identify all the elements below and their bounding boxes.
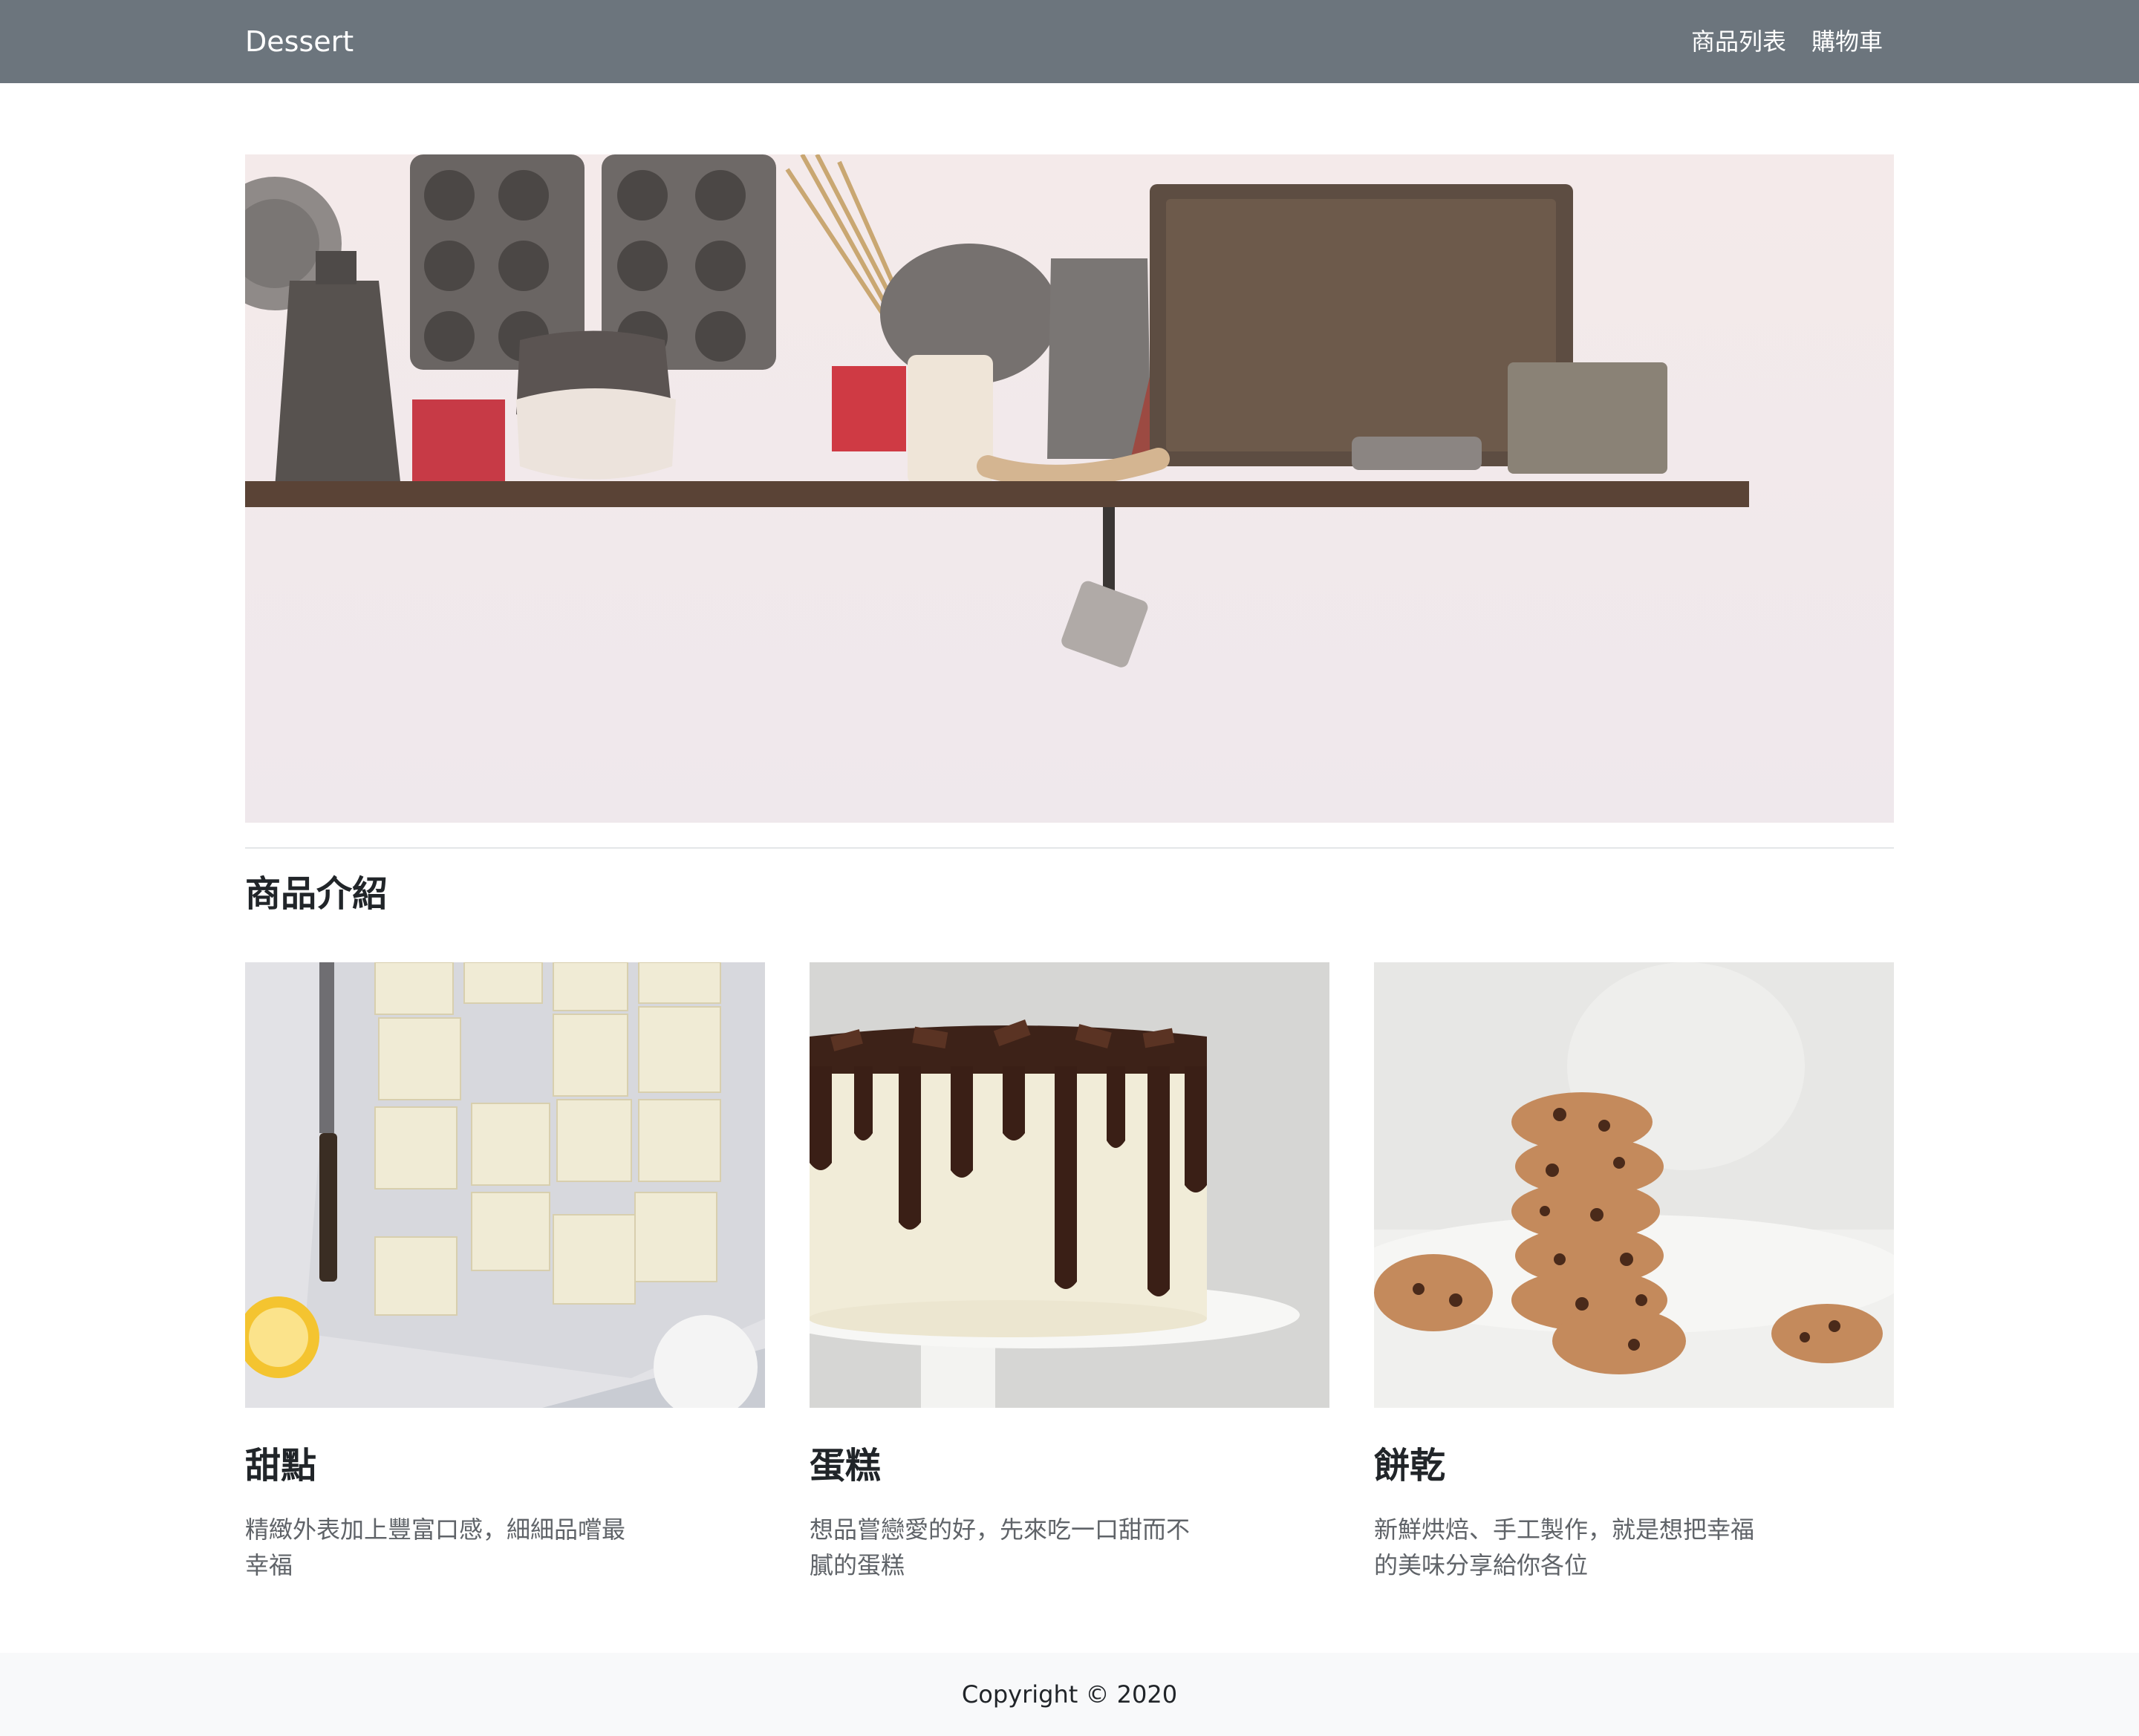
kitchen-shelf-illustration	[245, 154, 1894, 823]
hero-banner-image	[245, 154, 1894, 823]
cookie-stack-illustration	[1374, 962, 1894, 1408]
product-image-dessert[interactable]	[245, 962, 765, 1408]
product-card-cookies: 餅乾 新鮮烘焙、手工製作，就是想把幸福的美味分享給你各位	[1374, 962, 1894, 1583]
product-image-cookies[interactable]	[1374, 962, 1894, 1408]
nav-link-product-list[interactable]: 商品列表	[1691, 22, 1786, 61]
section-title: 商品介紹	[245, 873, 388, 915]
product-description-dessert: 精緻外表加上豐富口感，細細品嚐最幸福	[245, 1515, 626, 1579]
dessert-bars-illustration	[245, 962, 765, 1408]
nav-links: 商品列表 購物車	[1691, 22, 1883, 61]
footer-copyright: Copyright © 2020	[961, 1680, 1178, 1709]
product-title-cookies: 餅乾	[1374, 1445, 1446, 1487]
page-footer: Copyright © 2020	[0, 1653, 2139, 1736]
nav-link-cart[interactable]: 購物車	[1811, 22, 1883, 61]
product-image-cake[interactable]	[810, 962, 1329, 1408]
product-card-cake: 蛋糕 想品嘗戀愛的好，先來吃一口甜而不膩的蛋糕	[810, 962, 1329, 1583]
top-navbar: Dessert 商品列表 購物車	[0, 0, 2139, 83]
brand-logo-link[interactable]: Dessert	[245, 22, 354, 61]
product-title-cake: 蛋糕	[810, 1445, 882, 1487]
product-title-dessert: 甜點	[245, 1445, 317, 1487]
product-description-cookies: 新鮮烘焙、手工製作，就是想把幸福的美味分享給你各位	[1374, 1515, 1755, 1579]
product-card-dessert: 甜點 精緻外表加上豐富口感，細細品嚐最幸福	[245, 962, 765, 1583]
drip-cake-illustration	[810, 962, 1329, 1408]
section-divider	[245, 847, 1894, 849]
product-description-cake: 想品嘗戀愛的好，先來吃一口甜而不膩的蛋糕	[810, 1515, 1191, 1579]
